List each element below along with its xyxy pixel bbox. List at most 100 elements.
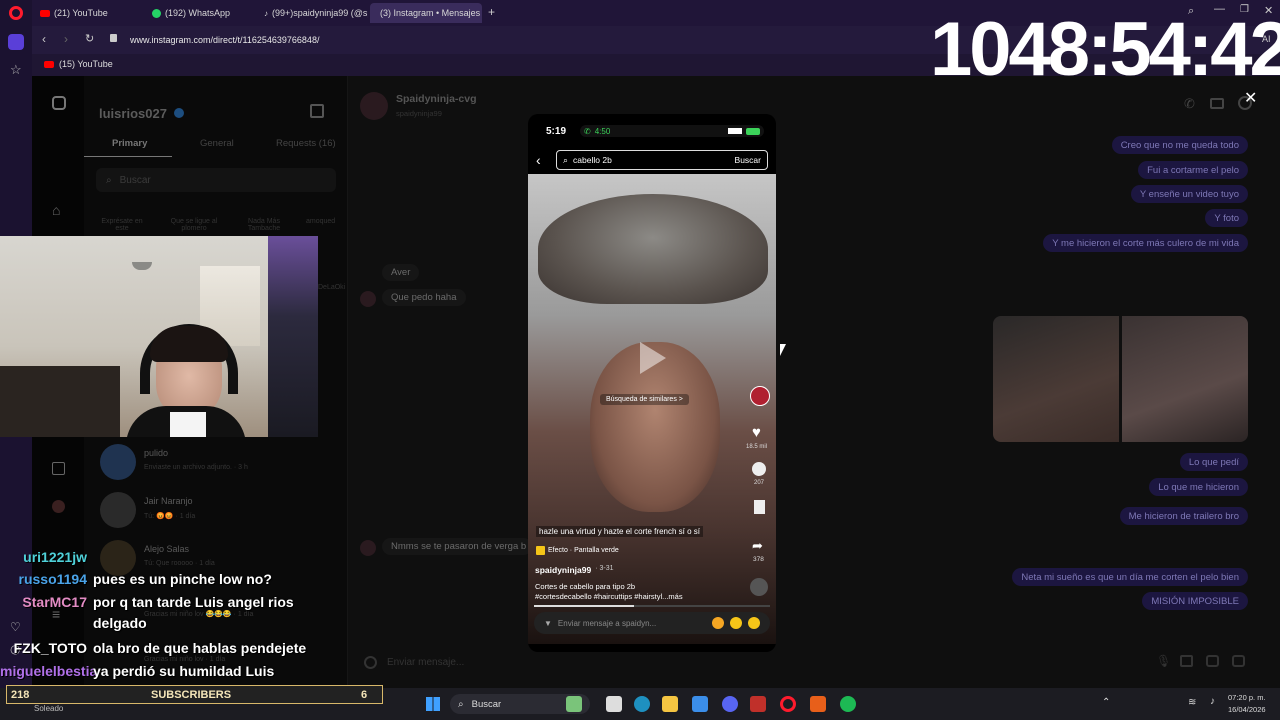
video-call-icon[interactable] — [1210, 98, 1224, 109]
opera-logo-icon[interactable] — [9, 6, 23, 20]
video-author[interactable]: spaidyninja99 · 3-31 — [535, 565, 614, 575]
comment-icon[interactable] — [752, 462, 766, 476]
image-icon[interactable] — [1180, 655, 1193, 667]
shared-photo[interactable] — [993, 316, 1119, 442]
conversation-item[interactable]: pulido Enviaste un archivo adjunto. · 3 … — [100, 444, 340, 482]
video-search-bar[interactable]: ⌕ cabello 2b Buscar — [556, 150, 768, 170]
new-tab-button[interactable]: + — [488, 5, 495, 19]
explorer-icon[interactable] — [662, 696, 678, 712]
star-icon[interactable]: ☆ — [10, 62, 22, 78]
opera-icon[interactable] — [780, 696, 796, 712]
music-disc-icon[interactable] — [750, 578, 768, 596]
clock-date[interactable]: 16/04/2026 — [1228, 705, 1266, 714]
chat-line: delgado — [0, 612, 147, 634]
tab-whatsapp[interactable]: (192) WhatsApp — [146, 3, 254, 23]
likes-count: 18.5 mil — [746, 444, 768, 450]
nav-home-icon[interactable]: ⌂ — [52, 202, 60, 218]
youtube-icon — [44, 60, 54, 68]
forward-icon[interactable]: › — [64, 32, 68, 46]
windows-start-icon[interactable] — [426, 697, 440, 711]
poster — [268, 236, 318, 437]
effect-tag[interactable]: Efecto · Pantalla verde — [536, 546, 619, 555]
shares-count: 378 — [753, 556, 764, 563]
phone-screen-capture: 5:19 ✆ 4:50 ‹ ⌕ cabello 2b Buscar Búsque… — [528, 114, 776, 652]
phone-call-icon[interactable]: ✆ — [1184, 96, 1195, 112]
tab-instagram[interactable]: (3) Instagram • Mensajes ✕ — [370, 3, 482, 23]
back-arrow-icon[interactable]: ‹ — [536, 152, 541, 168]
note-4[interactable]: amoqued — [306, 218, 335, 225]
account-username[interactable]: luisrios027 — [99, 106, 167, 121]
search-button[interactable]: Buscar — [735, 155, 761, 165]
avatar — [100, 444, 136, 480]
tab-underline — [84, 156, 172, 157]
conversation-item[interactable]: Jair Naranjo Tú: 😡😡 · 1 día — [100, 492, 340, 530]
volume-icon[interactable]: ♪ — [1210, 696, 1215, 707]
app-icon[interactable] — [750, 696, 766, 712]
mic-icon[interactable]: 🎙 — [1156, 654, 1171, 668]
note-2[interactable]: Que se ligue al plomero — [168, 218, 220, 232]
clock-time[interactable]: 07:20 p. m. — [1228, 693, 1266, 702]
conversation-name: pulido — [144, 448, 169, 458]
chat-panel: Spaidyninja-cvg spaidyninja99 ✆ ✕ Creo q… — [348, 76, 1280, 688]
bookmark-label: (15) YouTube — [59, 59, 113, 69]
gif-icon[interactable] — [1232, 655, 1245, 667]
phone-message-bar[interactable]: ▼ Enviar mensaje a spaidyn... — [534, 612, 770, 634]
sticker-icon[interactable] — [1206, 655, 1219, 667]
contact-avatar — [360, 92, 388, 120]
emoji-shock-icon[interactable] — [748, 617, 760, 629]
received-message: Nmms se te pasaron de verga b — [382, 538, 532, 555]
nav-stats-icon[interactable] — [52, 462, 65, 475]
video-progress-fill — [534, 605, 634, 607]
message-input[interactable]: Enviar mensaje... — [364, 650, 1264, 674]
spotify-icon[interactable] — [840, 696, 856, 712]
comments-count: 207 — [754, 480, 765, 486]
bookmark-icon[interactable] — [754, 500, 765, 514]
note-extra: DeLaOki — [318, 284, 346, 291]
compose-icon[interactable] — [310, 104, 324, 118]
video-hashtags[interactable]: #cortesdecabello #haircuttips #hairstyl.… — [535, 592, 683, 601]
subscriber-goal: 6 — [361, 688, 368, 701]
call-time: 4:50 — [594, 126, 611, 136]
video-description: Cortes de cabello para tipo 2b — [535, 582, 636, 591]
back-icon[interactable]: ‹ — [42, 32, 46, 46]
nav-profile-icon[interactable] — [52, 500, 65, 513]
tab-primary[interactable]: Primary — [112, 138, 147, 149]
share-icon[interactable]: ➦ — [752, 538, 763, 554]
home-icon[interactable] — [8, 34, 24, 50]
taskview-icon[interactable] — [606, 696, 622, 712]
chevron-up-icon[interactable]: ⌃ — [1102, 697, 1110, 708]
like-icon[interactable]: ♥ — [752, 424, 761, 441]
note-3[interactable]: Nada Más Tambache — [240, 218, 288, 232]
chat-message: ola bro de que hablas pendejete — [93, 640, 307, 656]
shared-photo[interactable] — [1122, 316, 1248, 442]
edge-icon[interactable] — [634, 696, 650, 712]
note-1[interactable]: Exprésate en este — [98, 218, 146, 232]
tab-youtube[interactable]: (21) YouTube — [34, 3, 144, 23]
tab-label: (192) WhatsApp — [165, 8, 231, 18]
wifi-icon[interactable]: ≋ — [1188, 697, 1196, 708]
sent-message: Y me hicieron el corte más culero de mi … — [1043, 234, 1248, 252]
bookmark-youtube[interactable]: (15) YouTube — [44, 59, 113, 69]
tab-general[interactable]: General — [200, 138, 234, 149]
discord-icon[interactable] — [722, 696, 738, 712]
instagram-logo-icon[interactable] — [52, 96, 66, 110]
message-placeholder: Enviar mensaje a spaidyn... — [557, 618, 657, 628]
sent-message: Me hicieron de trailero bro — [1119, 507, 1248, 525]
widgets-icon[interactable] — [566, 696, 582, 712]
url-field[interactable]: www.instagram.com/direct/t/1162546397668… — [130, 30, 950, 50]
tab-tiktok[interactable]: ♪ (99+)spaidyninja99 (@spa — [258, 3, 368, 23]
tab-requests[interactable]: Requests (16) — [276, 138, 336, 149]
weather-label[interactable]: Soleado — [34, 704, 63, 713]
store-icon[interactable] — [692, 696, 708, 712]
contact-name[interactable]: Spaidyninja-cvg — [396, 93, 477, 105]
chat-username: FZK_TOTO — [13, 640, 87, 656]
creator-avatar[interactable] — [750, 386, 770, 406]
search-box[interactable]: ⌕ Buscar — [96, 168, 336, 192]
emoji-love-icon[interactable] — [712, 617, 724, 629]
emoji-laugh-icon[interactable] — [730, 617, 742, 629]
play-icon[interactable] — [640, 342, 666, 374]
similar-search-chip[interactable]: Búsqueda de similares > — [600, 394, 689, 405]
streaming-app-icon[interactable] — [810, 696, 826, 712]
received-message: Que pedo haha — [382, 289, 466, 306]
reload-icon[interactable]: ↻ — [85, 32, 94, 45]
